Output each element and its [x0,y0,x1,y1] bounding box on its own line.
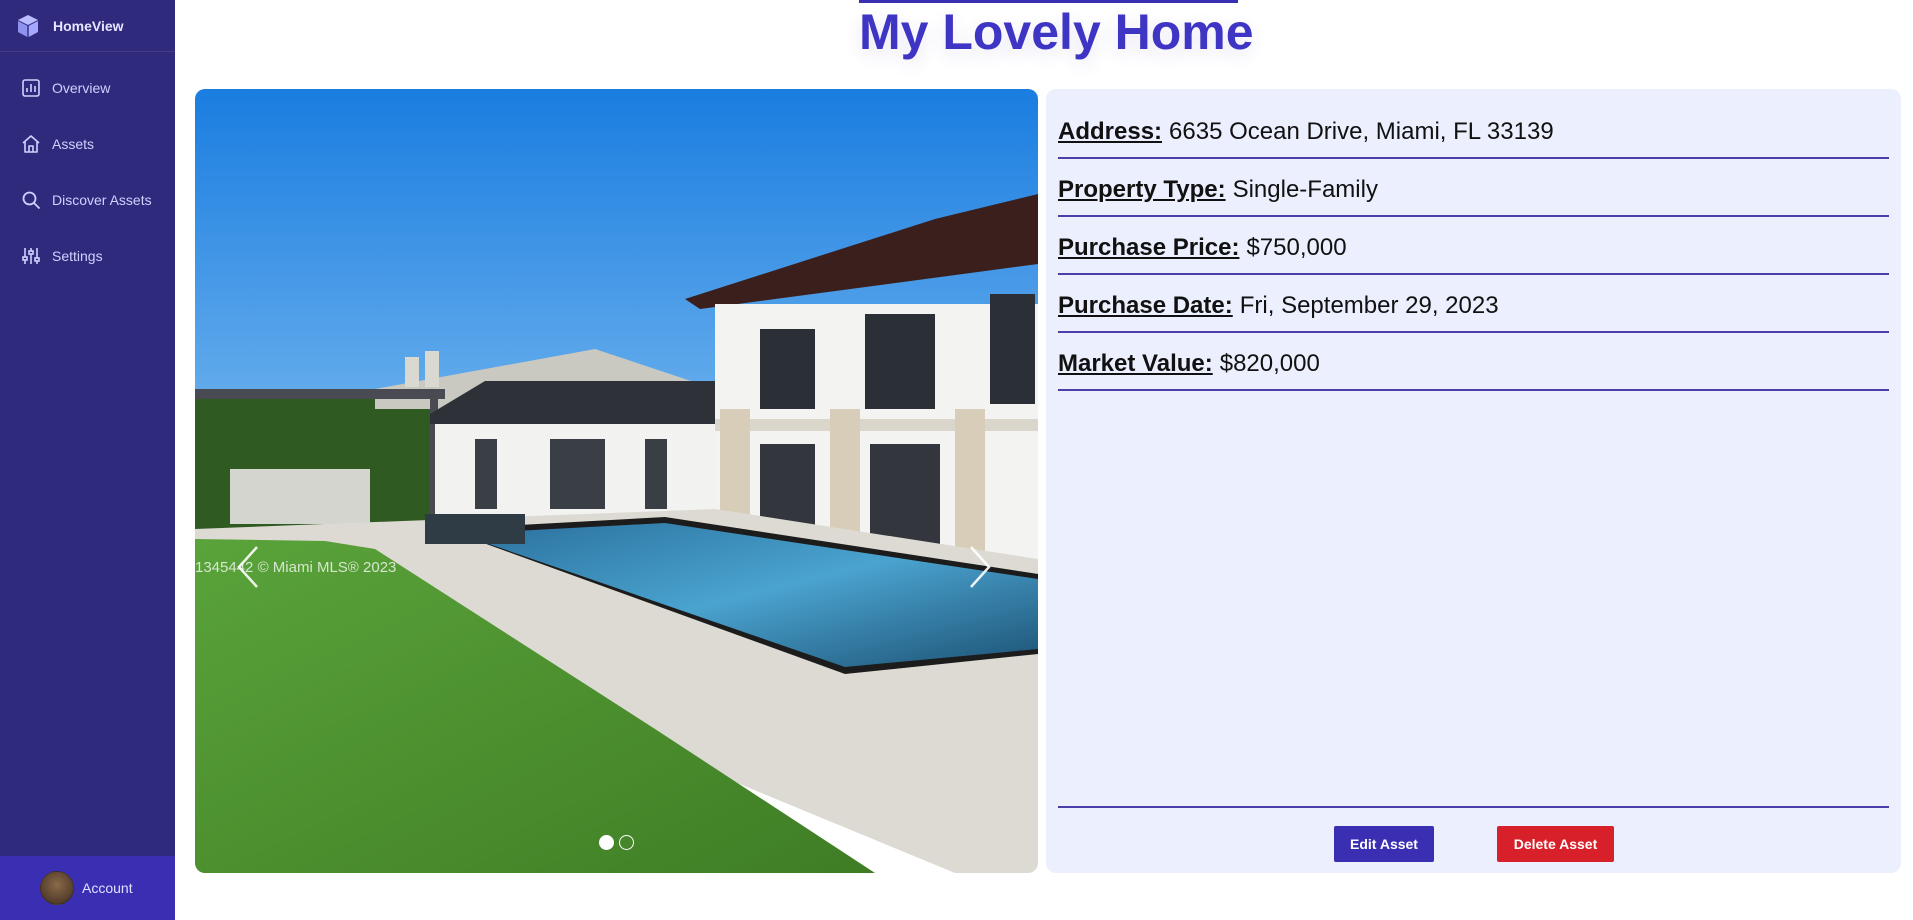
search-icon [20,189,42,211]
sidebar-item-overview[interactable]: Overview [0,60,175,116]
detail-key: Property Type: [1058,176,1226,203]
sidebar-item-label: Settings [52,248,103,264]
sidebar-item-settings[interactable]: Settings [0,228,175,284]
carousel-dot-1[interactable] [599,835,614,850]
detail-row-market-value: Market Value: $820,000 [1058,333,1889,391]
detail-key: Market Value: [1058,350,1213,377]
carousel-dot-2[interactable] [619,835,634,850]
actions-divider [1058,806,1889,808]
detail-key: Purchase Price: [1058,234,1240,261]
detail-row-purchase-price: Purchase Price: $750,000 [1058,217,1889,275]
asset-details-panel: Address: 6635 Ocean Drive, Miami, FL 331… [1046,89,1901,873]
chart-icon [20,77,42,99]
edit-asset-button[interactable]: Edit Asset [1334,826,1434,862]
detail-value: Single-Family [1232,176,1378,203]
delete-asset-button[interactable]: Delete Asset [1497,826,1614,862]
detail-row-purchase-date: Purchase Date: Fri, September 29, 2023 [1058,275,1889,333]
sliders-icon [20,245,42,267]
house-photo [195,89,1038,873]
sidebar-item-label: Assets [52,136,95,152]
cube-logo-icon [18,14,38,37]
chevron-left-icon [237,546,258,588]
carousel-prev-button[interactable] [233,544,263,590]
detail-row-property-type: Property Type: Single-Family [1058,159,1889,217]
page-header: My Lovely Home [859,0,1254,61]
brand[interactable]: HomeView [0,0,175,52]
carousel-next-button[interactable] [965,544,995,590]
detail-key: Purchase Date: [1058,292,1233,319]
sidebar-nav: Overview Assets Discover Assets Settings [0,60,175,284]
brand-name: HomeView [53,17,124,34]
account-label: Account [82,880,133,896]
detail-key: Address: [1058,118,1163,145]
page-title: My Lovely Home [859,4,1254,60]
detail-value: Fri, September 29, 2023 [1239,292,1499,319]
carousel-indicators [599,835,634,850]
photo-watermark: 1345442 © Miami MLS® 2023 [195,559,397,576]
chevron-right-icon [970,546,991,588]
account-button[interactable]: Account [0,856,175,920]
detail-row-address: Address: 6635 Ocean Drive, Miami, FL 331… [1058,101,1889,159]
sidebar: HomeView Overview Assets Discover Assets… [0,0,175,920]
image-carousel[interactable]: 1345442 © Miami MLS® 2023 [195,89,1038,873]
sidebar-item-discover-assets[interactable]: Discover Assets [0,172,175,228]
avatar [40,871,74,905]
sidebar-item-label: Discover Assets [52,192,152,208]
home-icon [20,133,42,155]
sidebar-item-label: Overview [52,80,111,96]
detail-value: 6635 Ocean Drive, Miami, FL 33139 [1169,118,1554,145]
detail-value: $750,000 [1246,234,1347,261]
sidebar-item-assets[interactable]: Assets [0,116,175,172]
detail-value: $820,000 [1219,350,1320,377]
